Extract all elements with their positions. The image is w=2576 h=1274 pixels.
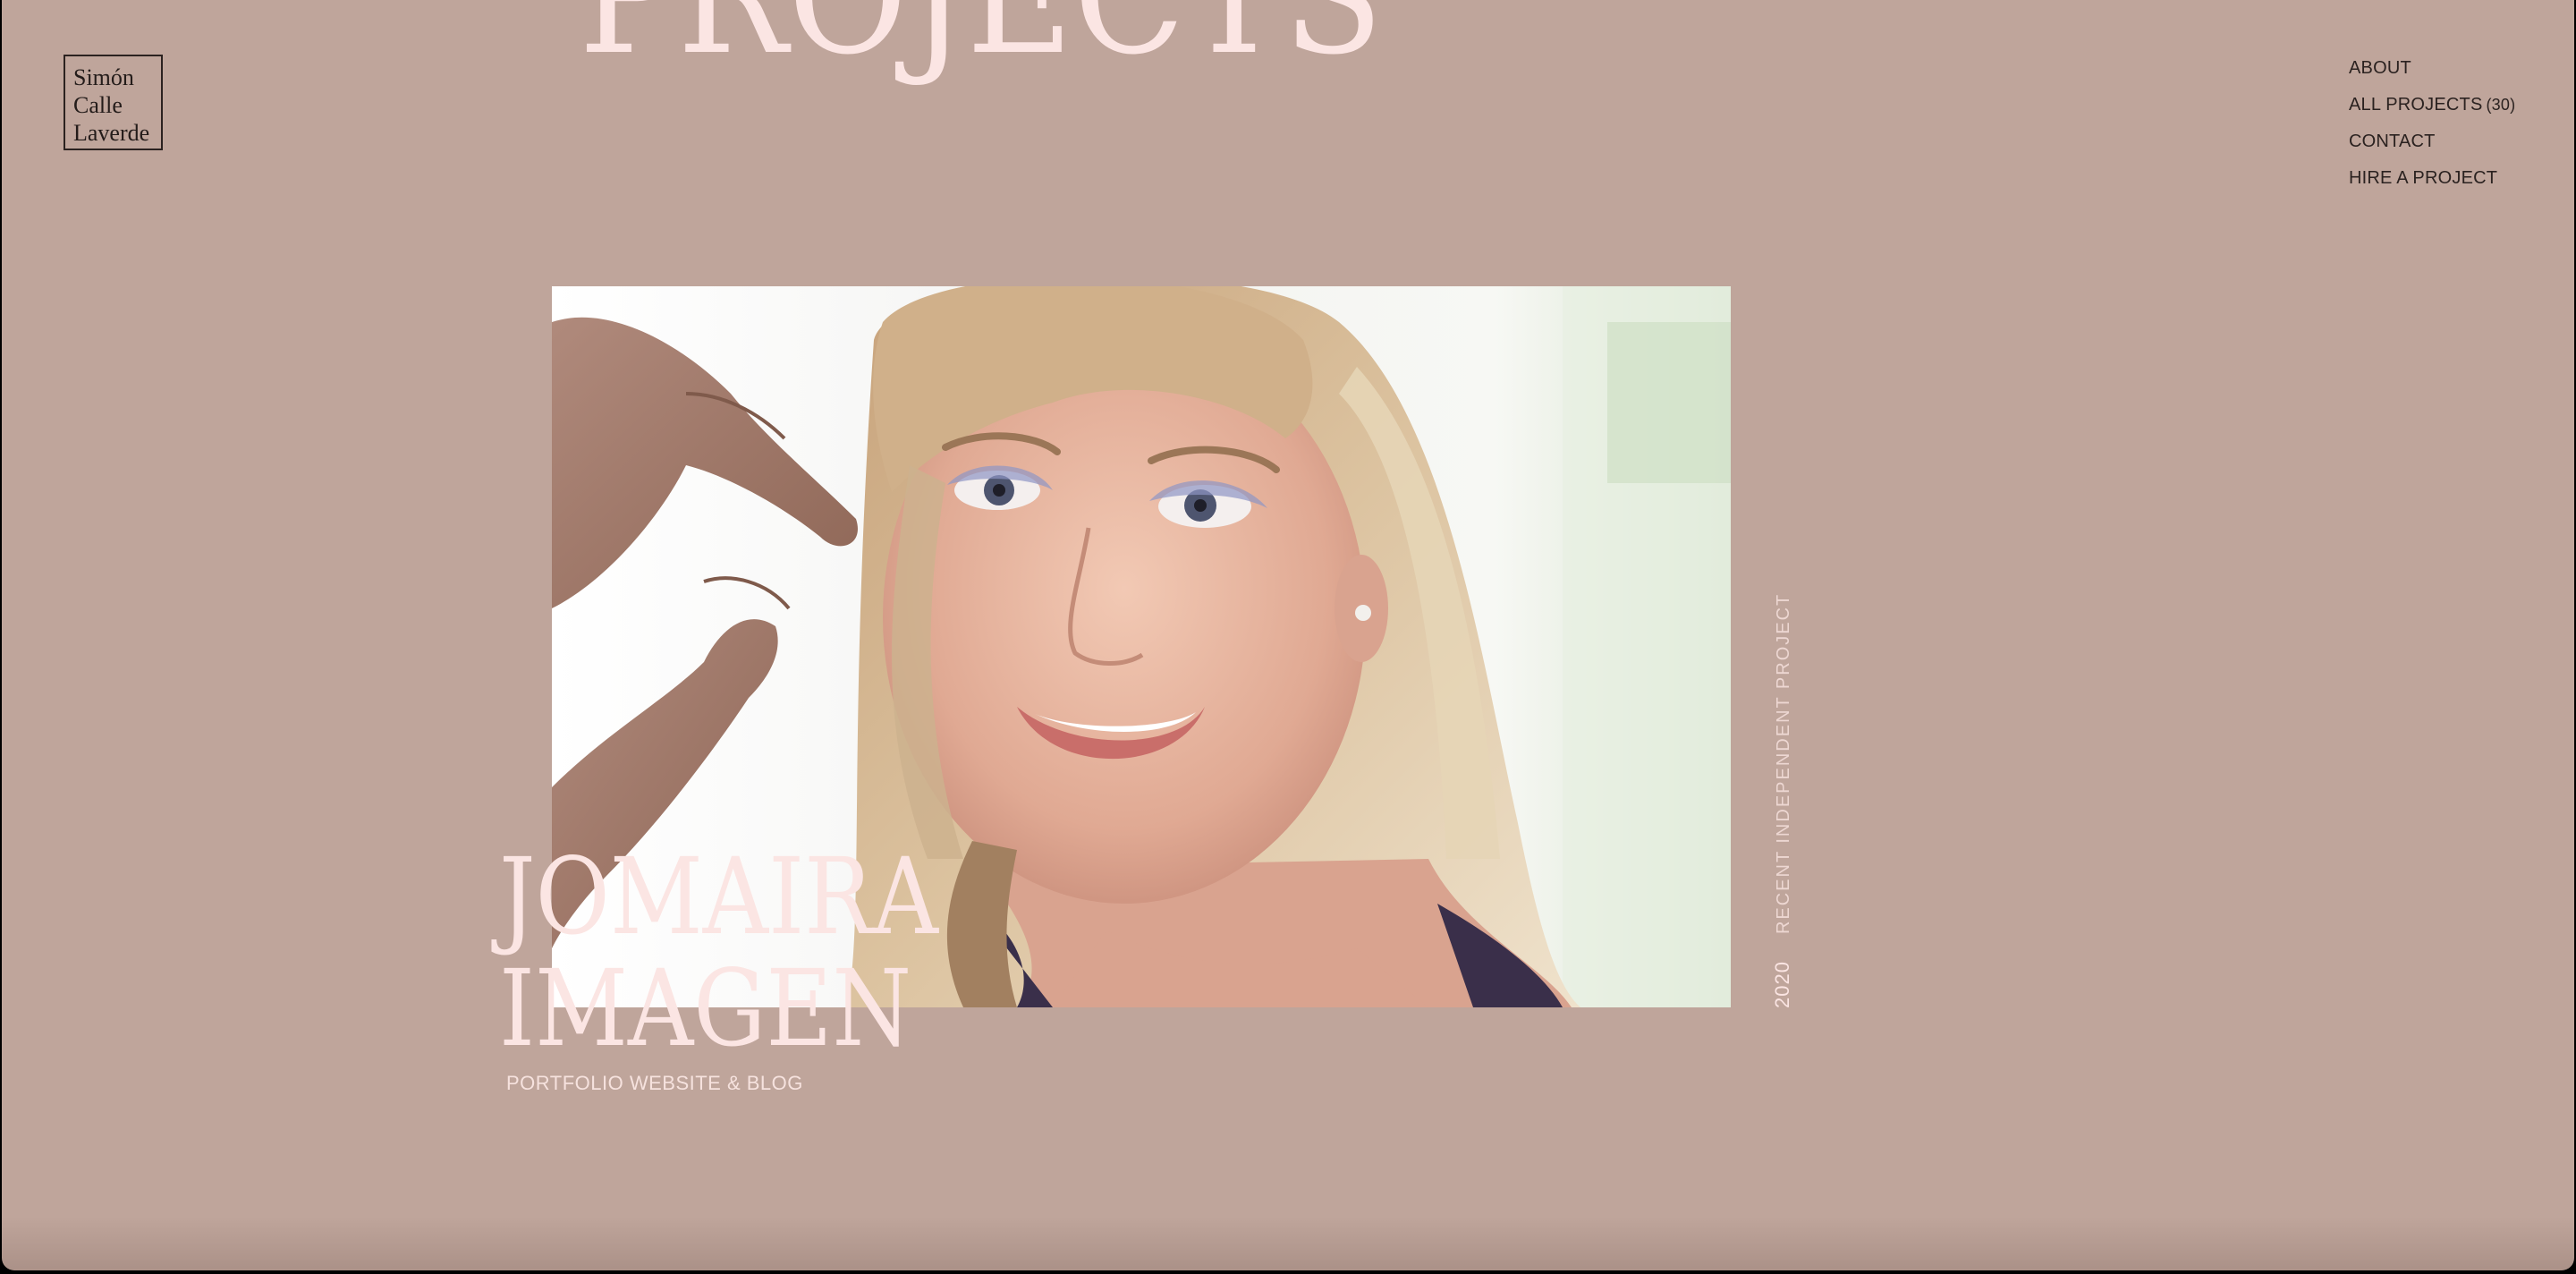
logo-line-middle-name: Calle bbox=[73, 92, 123, 118]
nav-item-hire[interactable]: HIRE A PROJECT bbox=[2349, 160, 2515, 197]
site-logo[interactable]: Simón Calle Laverde bbox=[64, 55, 163, 150]
logo-line-last-name: Laverde bbox=[73, 120, 150, 146]
bottom-shadow bbox=[2, 1217, 2574, 1270]
nav-item-all-projects[interactable]: ALL PROJECTS (30) bbox=[2349, 87, 2515, 123]
nav-item-all-projects-label: ALL PROJECTS bbox=[2349, 95, 2483, 115]
page-heading: PROJECTS bbox=[579, 0, 1384, 77]
project-title-line-2: IMAGEN bbox=[499, 947, 912, 1070]
project-year: 2020 bbox=[1771, 961, 1793, 1008]
project-meta-vertical: 2020 RECENT INDEPENDENT PROJECT bbox=[1771, 593, 1794, 1008]
featured-project-subtitle: PORTFOLIO WEBSITE & BLOG bbox=[506, 1072, 803, 1094]
featured-project-title[interactable]: JOMAIRA IMAGEN bbox=[499, 841, 938, 1065]
logo-line-first-name: Simón bbox=[73, 64, 134, 90]
page: PROJECTS Simón Calle Laverde ABOUT ALL P… bbox=[2, 0, 2574, 1270]
nav-item-about[interactable]: ABOUT bbox=[2349, 50, 2515, 87]
projects-count: (30) bbox=[2486, 96, 2516, 114]
nav-item-contact[interactable]: CONTACT bbox=[2349, 123, 2515, 160]
project-title-line-1: JOMAIRA bbox=[499, 835, 938, 958]
project-category-label: RECENT INDEPENDENT PROJECT bbox=[1774, 592, 1793, 935]
main-nav: ABOUT ALL PROJECTS (30) CONTACT HIRE A PR… bbox=[2349, 50, 2515, 197]
